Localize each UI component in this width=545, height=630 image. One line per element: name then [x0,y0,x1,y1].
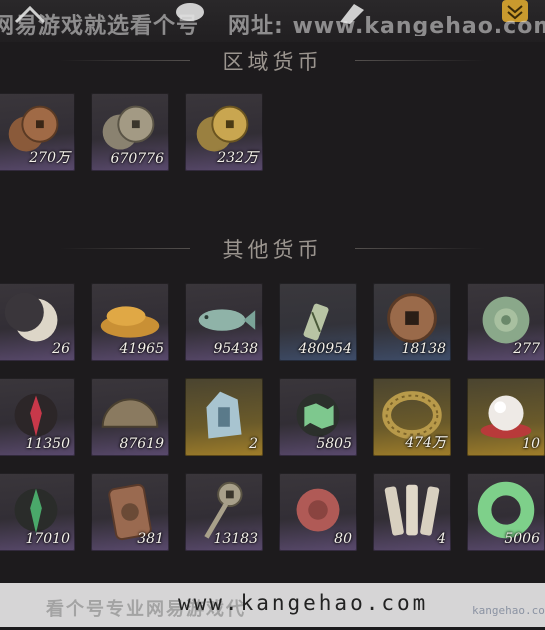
currency-item[interactable]: 13183 [185,473,263,551]
item-quantity: 5006 [504,531,540,547]
watermark-bottom-small: kangehao.com [472,604,545,617]
watermark-bottom-url: www.kangehao.com [178,591,429,615]
currency-item[interactable]: 5805 [279,378,357,456]
currency-item[interactable]: 381 [91,473,169,551]
currency-item[interactable]: 41965 [91,283,169,361]
watermark-top-line2: 网址: www.kangehao.com [228,14,545,36]
currency-item[interactable]: 18138 [373,283,451,361]
watermark-top-line1: 网易游戏就选看个号 [0,14,200,36]
item-quantity: 26 [52,341,70,357]
currency-item[interactable]: 232万 [185,93,263,171]
item-quantity: 11350 [25,436,70,452]
watermark-bottom: 看个号专业网易游戏代 www.kangehao.com kangehao.com [0,583,545,627]
item-quantity: 670776 [110,151,164,167]
item-quantity: 381 [137,531,164,547]
currency-item[interactable]: 17010 [0,473,75,551]
item-quantity: 277 [513,341,540,357]
item-quantity: 2 [249,436,258,452]
item-quantity: 80 [334,531,352,547]
item-quantity: 17010 [25,531,70,547]
item-quantity: 95438 [213,341,258,357]
item-quantity: 41965 [119,341,164,357]
item-quantity: 4 [437,531,446,547]
currency-item[interactable]: 480954 [279,283,357,361]
currency-item[interactable]: 80 [279,473,357,551]
item-quantity: 18138 [401,341,446,357]
item-quantity: 5805 [316,436,352,452]
currency-item[interactable]: 474万 [373,378,451,456]
currency-item[interactable]: 95438 [185,283,263,361]
item-quantity: 87619 [119,436,164,452]
currency-item[interactable]: 5006 [467,473,545,551]
currency-item[interactable]: 670776 [91,93,169,171]
item-quantity: 10 [522,436,540,452]
currency-item[interactable]: 26 [0,283,75,361]
item-quantity: 13183 [213,531,258,547]
item-quantity: 480954 [298,341,352,357]
currency-item[interactable]: 270万 [0,93,75,171]
item-quantity: 474万 [405,435,446,451]
currency-item[interactable]: 4 [373,473,451,551]
watermark-top: 网易游戏就选看个号 网址: www.kangehao.com [0,6,545,36]
section-title-other: 其他货币 [222,238,323,262]
section-title-regional: 区域货币 [222,50,323,74]
currency-item[interactable]: 87619 [91,378,169,456]
item-quantity: 232万 [217,150,258,166]
currency-item[interactable]: 10 [467,378,545,456]
currency-item[interactable]: 277 [467,283,545,361]
item-quantity: 270万 [29,150,70,166]
currency-item[interactable]: 2 [185,378,263,456]
currency-item[interactable]: 11350 [0,378,75,456]
